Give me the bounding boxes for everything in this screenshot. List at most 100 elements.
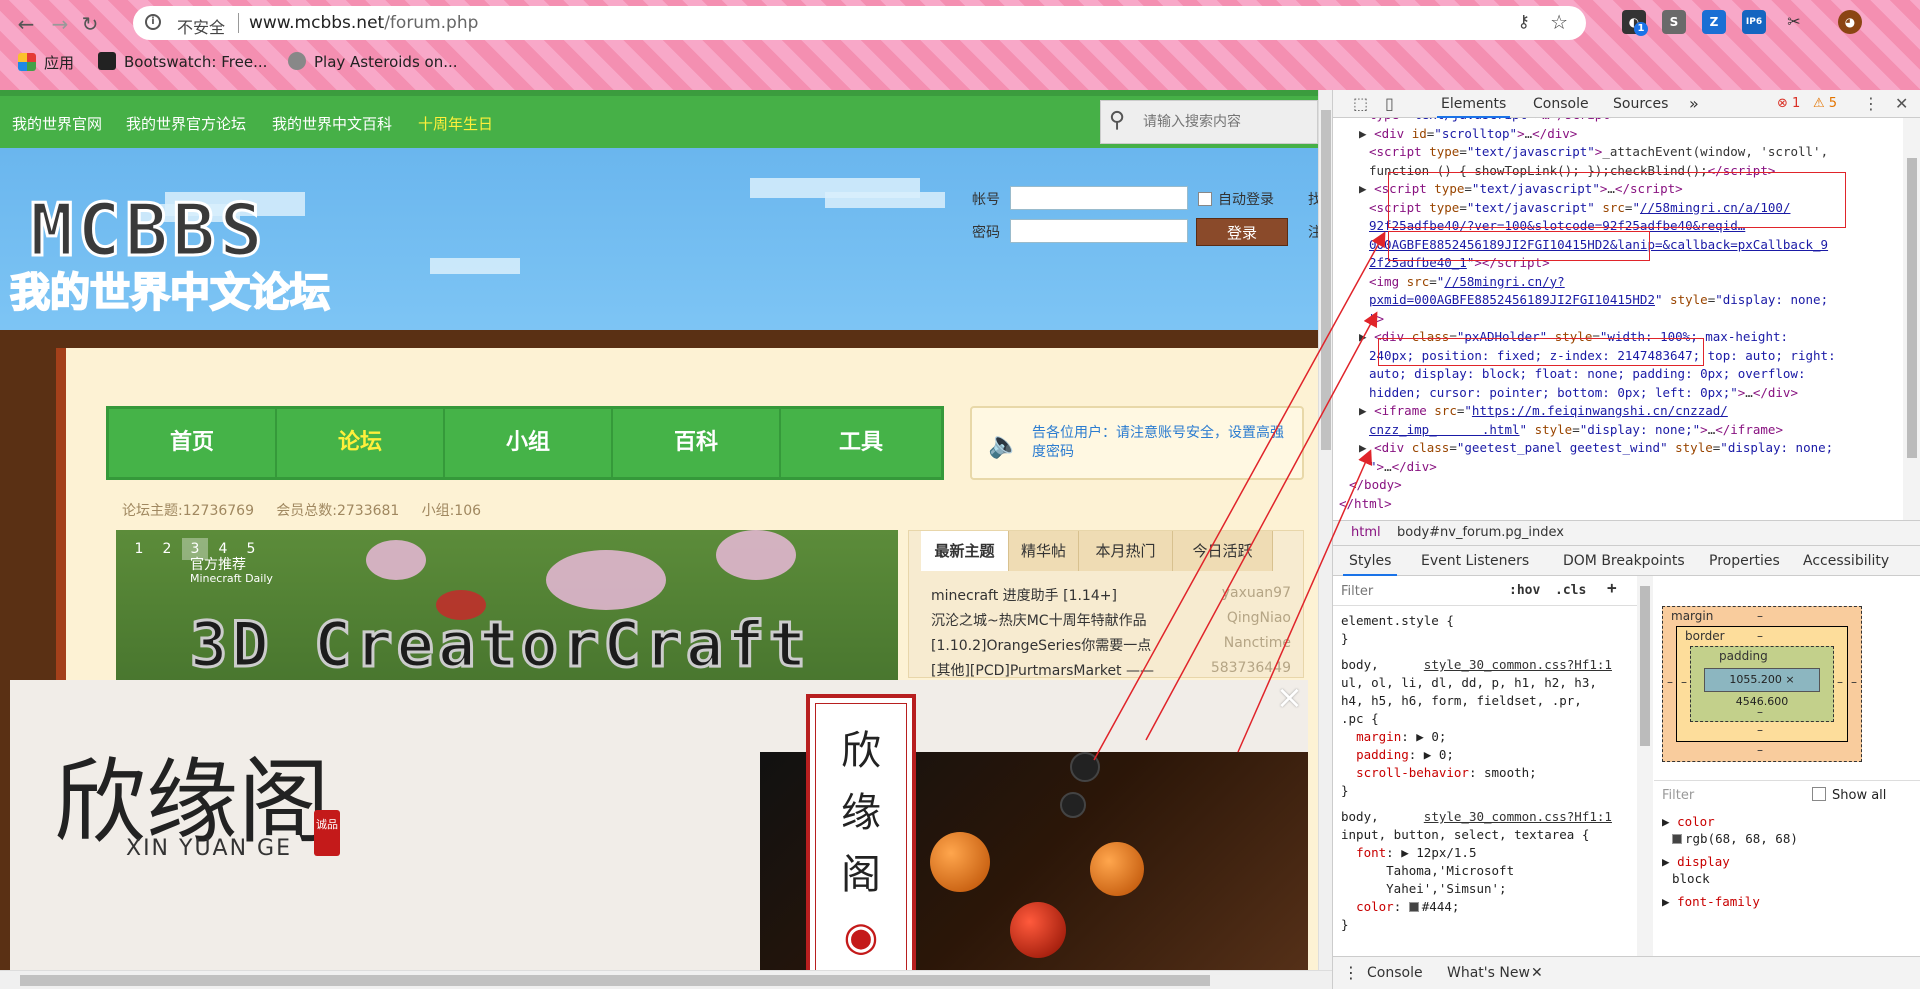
dom-line[interactable]: "> <box>1369 310 1384 329</box>
dom-line[interactable]: <img src="//58mingri.cn/y? <box>1369 273 1565 292</box>
thread-row[interactable]: 沉沦之城~热庆MC十周年特献作品 QingNiao <box>931 610 1291 634</box>
drawer-close-icon[interactable]: ✕ <box>1531 965 1543 981</box>
dom-line[interactable]: <script type="text/javascript">_attachEv… <box>1369 143 1828 162</box>
remember-checkbox[interactable] <box>1198 192 1212 206</box>
computed-prop[interactable]: ▶ color rgb(68, 68, 68) <box>1662 813 1798 847</box>
style-line[interactable]: padding: ▶ 0; <box>1341 746 1454 764</box>
style-line[interactable]: body, style_30_common.css?Hf1:1 <box>1341 808 1612 826</box>
subtab-styles[interactable]: Styles <box>1343 546 1398 576</box>
style-line[interactable]: color: #444; <box>1341 898 1459 916</box>
toplink-anniversary[interactable]: 十周年生日 <box>418 113 493 134</box>
style-line[interactable]: } <box>1341 782 1349 800</box>
style-line[interactable]: .pc { <box>1341 710 1379 728</box>
info-icon[interactable]: i <box>145 14 161 30</box>
toplink-official[interactable]: 我的世界官网 <box>12 113 102 134</box>
computed-filter[interactable]: Filter <box>1662 787 1694 804</box>
ext-scissors-icon[interactable]: ✂ <box>1782 10 1806 34</box>
subtab-accessibility[interactable]: Accessibility <box>1797 546 1895 576</box>
nav-tools[interactable]: 工具 <box>781 409 941 477</box>
login-button[interactable]: 登录 <box>1196 218 1288 246</box>
dom-line[interactable]: pxmid=000AGBFE8852456189JI2FGI10415HD2" … <box>1369 291 1828 310</box>
dom-line[interactable]: hidden; cursor: pointer; bottom: 0px; le… <box>1369 384 1798 403</box>
tab-monthly-hot[interactable]: 本月热门 <box>1079 531 1173 571</box>
style-line[interactable]: scroll-behavior: smooth; <box>1341 764 1537 782</box>
ext-ip6-icon[interactable]: IP6 <box>1742 10 1766 34</box>
dom-line[interactable]: </body> <box>1349 476 1402 495</box>
dom-line[interactable]: </html> <box>1339 495 1392 514</box>
bookmark-asteroids[interactable]: Play Asteroids on... <box>288 52 458 71</box>
dom-line[interactable]: auto; display: block; float: none; paddi… <box>1369 365 1806 384</box>
device-toolbar-icon[interactable]: ▯ <box>1385 94 1394 113</box>
subtab-dom-breakpoints[interactable]: DOM Breakpoints <box>1557 546 1691 576</box>
ad-overlay[interactable]: 欣缘阁 XIN YUAN GE 诚品 欣 缘 阁 ◉ 直 <box>10 680 1308 970</box>
more-tabs-icon[interactable]: » <box>1685 90 1703 118</box>
scrollbar-thumb[interactable] <box>1640 586 1650 746</box>
nav-groups[interactable]: 小组 <box>445 409 613 477</box>
add-rule-button[interactable]: + <box>1607 579 1617 597</box>
style-line[interactable]: } <box>1341 916 1349 934</box>
dom-line[interactable]: ▶ <div id="scrolltop">…</div> <box>1359 125 1577 144</box>
search-icon[interactable]: ⚲ <box>1109 108 1125 133</box>
close-icon[interactable]: ✕ <box>1895 94 1908 113</box>
tab-elements[interactable]: Elements <box>1437 90 1511 118</box>
dom-line[interactable]: ▶ <div class="geetest_panel geetest_wind… <box>1359 439 1833 458</box>
style-line[interactable]: element.style { <box>1341 612 1454 630</box>
notice-text[interactable]: 告各位用户：请注意账号安全，设置高强度密码 <box>1032 424 1292 462</box>
ext-z-icon[interactable]: Z <box>1702 10 1726 34</box>
dom-line[interactable]: ▶ <iframe src="https://m.feiqinwangshi.c… <box>1359 402 1728 421</box>
inspect-icon[interactable]: ⬚ <box>1353 94 1368 113</box>
style-line[interactable]: h4, h5, h6, form, fieldset, .pr, <box>1341 692 1582 710</box>
nav-forum[interactable]: 论坛 <box>277 409 445 477</box>
style-line[interactable]: ul, ol, li, dl, dd, p, h1, h2, h3, <box>1341 674 1597 692</box>
style-line[interactable]: body, style_30_common.css?Hf1:1 <box>1341 656 1612 674</box>
cls-button[interactable]: .cls <box>1555 582 1586 600</box>
password-input[interactable] <box>1010 219 1188 243</box>
bookmark-apps[interactable]: 应用 <box>18 52 74 73</box>
search-input[interactable] <box>1143 109 1313 135</box>
back-icon[interactable]: ← <box>12 10 40 38</box>
hov-button[interactable]: :hov <box>1509 582 1540 600</box>
register-side-link[interactable]: 注 <box>1308 222 1318 242</box>
tab-console[interactable]: Console <box>1529 90 1593 118</box>
tab-featured[interactable]: 精华帖 <box>1009 531 1079 571</box>
subtab-properties[interactable]: Properties <box>1703 546 1786 576</box>
ext-s-icon[interactable]: S <box>1662 10 1686 34</box>
error-count[interactable]: ⊗ 1 <box>1773 90 1804 118</box>
style-line[interactable]: } <box>1341 630 1349 648</box>
address-bar[interactable]: i 不安全 www.mcbbs.net/forum.php ⚷ ☆ <box>133 6 1586 40</box>
nav-home[interactable]: 首页 <box>109 409 277 477</box>
tab-today-active[interactable]: 今日活跃 <box>1173 531 1273 571</box>
reload-icon[interactable]: ↻ <box>76 10 104 38</box>
dom-line[interactable]: ">…</div> <box>1369 458 1437 477</box>
scrollbar-thumb[interactable] <box>1907 158 1917 458</box>
crumb-body[interactable]: body#nv_forum.pg_index <box>1397 525 1564 540</box>
dom-line[interactable]: cnzz_imp_ .html" style="display: none;">… <box>1369 421 1783 440</box>
style-line[interactable]: Tahoma,'Microsoft <box>1341 862 1514 880</box>
page-hscrollbar[interactable] <box>0 970 1332 989</box>
site-logo[interactable]: MCBBS 我的世界中文论坛 <box>9 187 350 318</box>
computed-prop[interactable]: ▶ display block <box>1662 853 1730 887</box>
styles-filter-input[interactable] <box>1341 582 1491 600</box>
thread-row[interactable]: [1.10.2]OrangeSeries你需要一点 Nanctime <box>931 635 1291 659</box>
tab-latest[interactable]: 最新主题 <box>921 531 1009 571</box>
crumb-html[interactable]: html <box>1351 525 1381 540</box>
bookmark-bootswatch[interactable]: Bootswatch: Free... <box>98 52 267 71</box>
drawer-tab-console[interactable]: Console <box>1367 965 1423 981</box>
toplink-wiki[interactable]: 我的世界中文百科 <box>272 113 392 134</box>
computed-prop[interactable]: ▶ font-family <box>1662 893 1760 910</box>
style-line[interactable]: margin: ▶ 0; <box>1341 728 1446 746</box>
drawer-menu-icon[interactable]: ⋮ <box>1343 963 1359 982</box>
nav-wiki[interactable]: 百科 <box>613 409 781 477</box>
tab-sources[interactable]: Sources <box>1609 90 1672 118</box>
style-line[interactable]: font: ▶ 12px/1.5 <box>1341 844 1476 862</box>
pager-2[interactable]: 2 <box>154 538 180 560</box>
page-vscrollbar[interactable] <box>1318 90 1332 970</box>
pager-1[interactable]: 1 <box>126 538 152 560</box>
drawer-tab-whats-new[interactable]: What's New <box>1447 965 1530 981</box>
scrollbar-thumb[interactable] <box>20 975 1210 986</box>
style-line[interactable]: Yahei','Simsun'; <box>1341 880 1506 898</box>
kebab-menu-icon[interactable]: ⋮ <box>1863 94 1879 113</box>
forward-icon[interactable]: → <box>46 10 74 38</box>
style-line[interactable]: input, button, select, textarea { <box>1341 826 1589 844</box>
account-input[interactable] <box>1010 186 1188 210</box>
